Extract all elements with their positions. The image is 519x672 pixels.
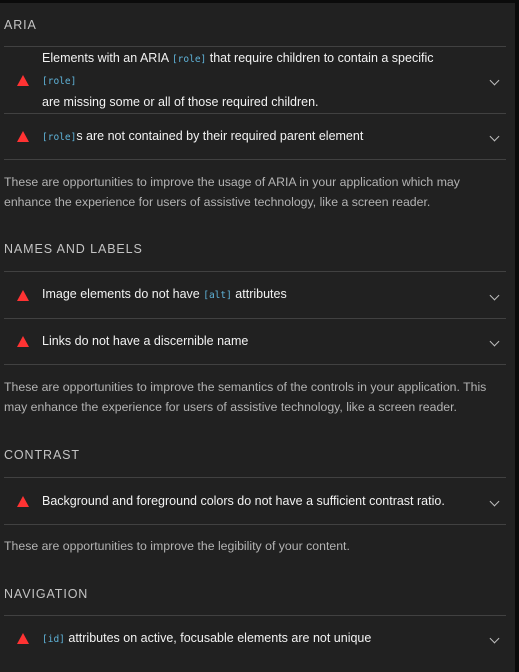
warning-triangle-icon [17, 131, 29, 142]
warning-triangle-icon [17, 336, 29, 347]
warning-triangle-icon [17, 495, 29, 507]
section-description: These are opportunities to improve the s… [4, 380, 487, 414]
chevron-down-icon[interactable] [489, 75, 500, 85]
audit-title: Background and foreground colors do not … [42, 493, 445, 508]
audit-title: Links do not have a discernible name [42, 334, 249, 348]
chevron-down-icon[interactable] [489, 633, 500, 644]
section-navigation: NAVIGATION [id] attributes on active, fo… [0, 556, 515, 661]
chevron-down-icon[interactable] [489, 496, 500, 506]
audit-link-name[interactable]: Links do not have a discernible name [4, 318, 506, 365]
code-role: [role] [171, 53, 207, 65]
audit-image-alt[interactable]: Image elements do not have [alt] attribu… [4, 271, 506, 318]
audit-title: [id] attributes on active, focusable ele… [42, 630, 372, 645]
accessibility-audit-panel: ARIA Elements with an ARIA [role] that r… [0, 0, 515, 672]
audit-title: Elements with an ARIA [role] that requir… [42, 50, 434, 109]
window-edge [515, 0, 519, 672]
chevron-down-icon[interactable] [489, 131, 500, 142]
audit-title: [role]s are not contained by their requi… [42, 128, 364, 143]
section-aria: ARIA Elements with an ARIA [role] that r… [0, 3, 515, 212]
section-title-navigation: NAVIGATION [4, 587, 89, 601]
code-role: [role] [42, 131, 77, 143]
section-contrast: CONTRAST Background and foreground color… [0, 417, 515, 556]
section-title-aria: ARIA [4, 18, 37, 32]
audit-aria-required-children[interactable]: Elements with an ARIA [role] that requir… [4, 46, 506, 113]
code-id: [id] [42, 633, 65, 645]
chevron-down-icon[interactable] [489, 290, 500, 300]
warning-triangle-icon [17, 633, 29, 644]
section-title-names-and-labels: NAMES AND LABELS [4, 242, 143, 256]
audit-title: Image elements do not have [alt] attribu… [42, 287, 287, 301]
code-alt: [alt] [203, 290, 232, 301]
warning-triangle-icon [17, 289, 29, 301]
audit-aria-required-parent[interactable]: [role]s are not contained by their requi… [4, 113, 506, 160]
warning-triangle-icon [17, 74, 29, 86]
audit-color-contrast[interactable]: Background and foreground colors do not … [4, 477, 506, 525]
section-description: These are opportunities to improve the u… [4, 175, 460, 209]
audit-duplicate-id-active[interactable]: [id] attributes on active, focusable ele… [4, 615, 506, 661]
code-role: [role] [42, 75, 77, 87]
section-description: These are opportunities to improve the l… [4, 539, 350, 553]
section-names-and-labels: NAMES AND LABELS Image elements do not h… [0, 212, 515, 417]
chevron-down-icon[interactable] [489, 336, 500, 347]
section-title-contrast: CONTRAST [4, 448, 80, 462]
